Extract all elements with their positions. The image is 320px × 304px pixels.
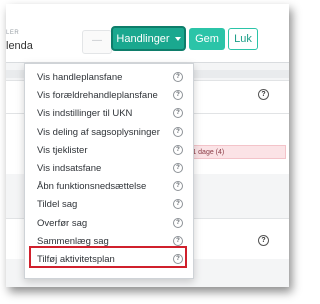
menu-item-vis-indstillinger-til-ukn[interactable]: Vis indstillinger til UKN ? <box>25 104 193 122</box>
help-circle-icon[interactable]: ? <box>173 199 183 209</box>
help-circle-icon[interactable]: ? <box>173 236 183 246</box>
menu-item-label: Vis tjeklister <box>37 144 88 156</box>
screenshot-stage: LER lenda — Handlinger Gem Luk ? -1 dage… <box>0 0 303 304</box>
menu-item-sammenlaeg-sag[interactable]: Sammenlæg sag ? <box>25 232 193 250</box>
menu-item-label: Vis indstillinger til UKN <box>37 107 133 119</box>
handlinger-label: Handlinger <box>116 32 170 45</box>
help-circle-icon[interactable]: ? <box>258 235 269 246</box>
help-circle-icon[interactable]: ? <box>173 72 183 82</box>
secondary-toolbar-button[interactable]: — <box>82 30 112 54</box>
menu-item-label: Overfør sag <box>37 217 88 229</box>
menu-item-vis-indsatsfane[interactable]: Vis indsatsfane ? <box>25 159 193 177</box>
menu-item-tildel-sag[interactable]: Tildel sag ? <box>25 195 193 213</box>
deadline-notice: -1 dage (4) <box>186 145 286 159</box>
app-window: LER lenda — Handlinger Gem Luk ? -1 dage… <box>6 4 289 287</box>
menu-item-label: Tildel sag <box>37 198 78 210</box>
help-circle-icon[interactable]: ? <box>173 90 183 100</box>
menu-item-label: Tilføj aktivitetsplan <box>37 253 115 265</box>
handlinger-dropdown-button[interactable]: Handlinger <box>111 26 186 51</box>
menu-item-vis-tjeklister[interactable]: Vis tjeklister ? <box>25 141 193 159</box>
menu-item-aabn-funktionsnedsaettelse[interactable]: Åbn funktionsnedsættelse ? <box>25 177 193 195</box>
caret-down-icon <box>174 36 181 41</box>
menu-item-overfoer-sag[interactable]: Overfør sag ? <box>25 214 193 232</box>
top-bar: LER lenda — Handlinger Gem Luk <box>6 4 289 63</box>
menu-item-vis-handleplansfane[interactable]: Vis handleplansfane ? <box>25 68 193 86</box>
menu-item-label: Sammenlæg sag <box>37 235 109 247</box>
help-circle-icon[interactable]: ? <box>173 163 183 173</box>
field-label: LER <box>6 30 20 36</box>
help-circle-icon[interactable]: ? <box>173 127 183 137</box>
menu-item-label: Vis forældrehandleplansfane <box>37 89 158 101</box>
help-circle-icon[interactable]: ? <box>173 218 183 228</box>
field-value: lenda <box>6 40 33 52</box>
handlinger-dropdown-menu: Vis handleplansfane ? Vis forældrehandle… <box>24 63 194 279</box>
help-circle-icon[interactable]: ? <box>173 145 183 155</box>
menu-item-label: Åbn funktionsnedsættelse <box>37 180 147 192</box>
close-button[interactable]: Luk <box>228 28 258 50</box>
menu-item-label: Vis indsatsfane <box>37 162 102 174</box>
menu-item-vis-foraeldrehandleplansfane[interactable]: Vis forældrehandleplansfane ? <box>25 86 193 104</box>
menu-item-label: Vis handleplansfane <box>37 71 123 83</box>
menu-item-vis-deling-af-sagsoplysninger[interactable]: Vis deling af sagsoplysninger ? <box>25 123 193 141</box>
help-circle-icon[interactable]: ? <box>258 89 269 100</box>
menu-item-label: Vis deling af sagsoplysninger <box>37 126 160 138</box>
menu-item-tilfoej-aktivitetsplan[interactable]: Tilføj aktivitetsplan ? <box>25 250 193 268</box>
help-circle-icon[interactable]: ? <box>173 181 183 191</box>
help-circle-icon[interactable]: ? <box>173 108 183 118</box>
save-button[interactable]: Gem <box>189 28 225 50</box>
help-circle-icon[interactable]: ? <box>173 254 183 264</box>
